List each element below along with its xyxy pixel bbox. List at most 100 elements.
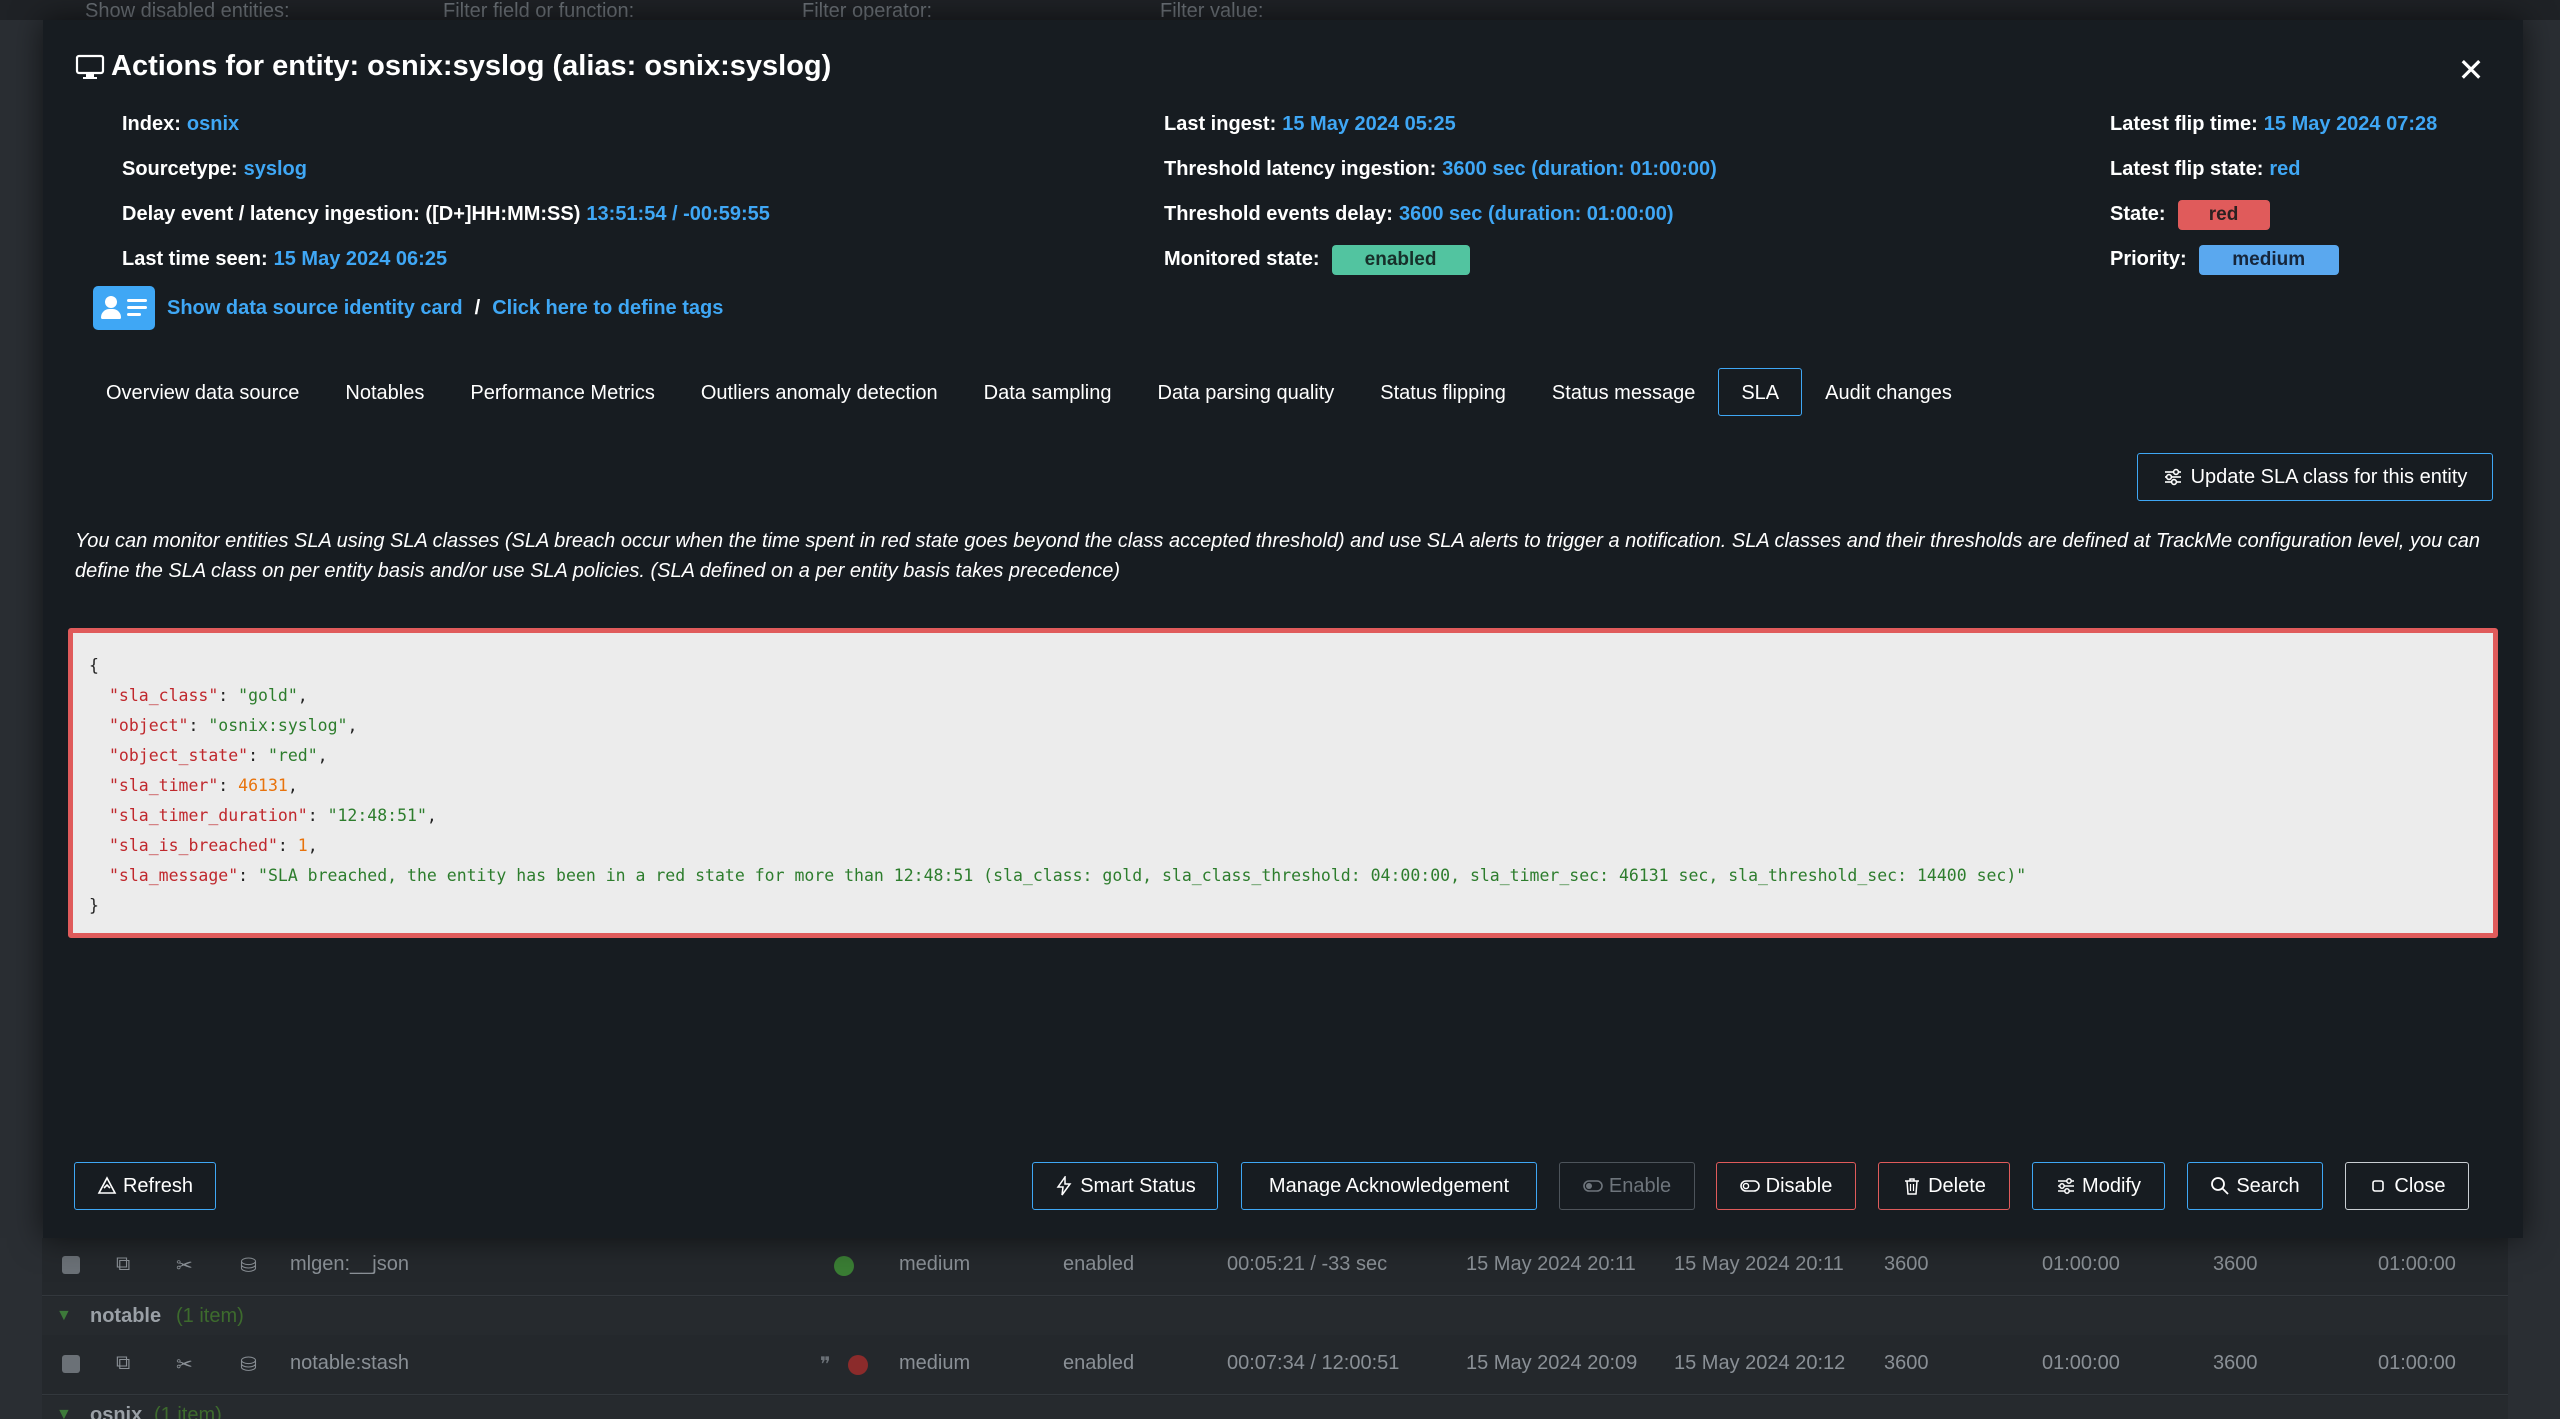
json-value: "12:48:51" bbox=[327, 806, 427, 825]
smart-status-button[interactable]: Smart Status bbox=[1032, 1162, 1218, 1210]
monitored-state-badge: enabled bbox=[1331, 244, 1470, 275]
group-count: (1 item) bbox=[176, 1305, 244, 1327]
close-icon[interactable]: ✕ bbox=[2451, 50, 2491, 90]
row-threshold-3: 3600 bbox=[2213, 1352, 2258, 1374]
table-row[interactable]: ⧉ ✂ ⛁ mlgen:__json medium enabled 00:05:… bbox=[42, 1238, 2508, 1296]
group-header-notable[interactable]: ▼ notable (1 item) bbox=[42, 1297, 2508, 1335]
json-entry: "sla_timer": 46131, bbox=[109, 776, 298, 795]
delay-field: Delay event / latency ingestion: ([D+]HH… bbox=[122, 192, 770, 237]
tab-sla[interactable]: SLA bbox=[1718, 368, 1803, 416]
database-icon: ⛁ bbox=[240, 1255, 257, 1277]
json-open-brace: { bbox=[89, 656, 99, 675]
background-entity-table: ⧉ ✂ ⛁ mlgen:__json medium enabled 00:05:… bbox=[42, 1238, 2508, 1419]
refresh-triangle-icon bbox=[97, 1176, 117, 1194]
sla-description: You can monitor entities SLA using SLA c… bbox=[75, 530, 2481, 582]
index-field: Index: osnix bbox=[122, 102, 770, 147]
refresh-button[interactable]: Refresh bbox=[74, 1162, 216, 1210]
index-label: Index: bbox=[122, 113, 181, 135]
update-sla-class-button[interactable]: Update SLA class for this entity bbox=[2137, 453, 2493, 501]
chevron-down-icon[interactable]: ▼ bbox=[56, 1406, 72, 1419]
json-key: "sla_class" bbox=[109, 686, 219, 705]
square-icon bbox=[2372, 1180, 2385, 1192]
group-name: notable bbox=[90, 1305, 162, 1327]
threshold-latency-value: 3600 sec (duration: 01:00:00) bbox=[1442, 158, 1717, 180]
table-row[interactable]: ⧉ ✂ ⛁ notable:stash ❞ medium enabled 00:… bbox=[42, 1337, 2508, 1395]
sla-json-view: { "sla_class": "gold", "object": "osnix:s… bbox=[68, 628, 2498, 938]
chevron-down-icon[interactable]: ▼ bbox=[56, 1307, 72, 1325]
tab-status-message[interactable]: Status message bbox=[1529, 368, 1718, 416]
identity-card-link[interactable]: Show data source identity card bbox=[167, 297, 463, 320]
modal-title-text: Actions for entity: osnix:syslog (alias:… bbox=[111, 50, 832, 82]
row-threshold-1: 3600 bbox=[1884, 1352, 1929, 1374]
manage-acknowledgement-button[interactable]: Manage Acknowledgement bbox=[1241, 1162, 1537, 1210]
disable-button[interactable]: Disable bbox=[1716, 1162, 1856, 1210]
row-threshold-4: 01:00:00 bbox=[2378, 1352, 2456, 1374]
modify-label: Modify bbox=[2082, 1174, 2141, 1197]
tools-icon[interactable]: ✂ bbox=[176, 1253, 193, 1278]
refresh-label: Refresh bbox=[122, 1174, 194, 1197]
trash-icon bbox=[1905, 1178, 1920, 1195]
group-header-osnix[interactable]: ▼ osnix (1 item) bbox=[42, 1396, 2508, 1419]
last-ingest-label: Last ingest: bbox=[1164, 113, 1277, 135]
enable-label: Enable bbox=[1608, 1174, 1672, 1197]
tab-status-flipping[interactable]: Status flipping bbox=[1357, 368, 1529, 416]
define-tags-link[interactable]: Click here to define tags bbox=[492, 297, 723, 320]
modify-button[interactable]: Modify bbox=[2032, 1162, 2165, 1210]
sliders-icon bbox=[2058, 1178, 2075, 1194]
external-link-icon[interactable]: ⧉ bbox=[116, 1352, 130, 1375]
flip-time-field: Latest flip time: 15 May 2024 07:28 bbox=[2110, 102, 2437, 147]
tab-data-sampling[interactable]: Data sampling bbox=[961, 368, 1135, 416]
json-value: 46131 bbox=[238, 776, 288, 795]
tab-audit-changes[interactable]: Audit changes bbox=[1802, 368, 1975, 416]
json-key: "object" bbox=[109, 716, 189, 735]
flip-state-label: Latest flip state: bbox=[2110, 158, 2264, 180]
enable-button[interactable]: Enable bbox=[1559, 1162, 1695, 1210]
json-key: "sla_timer" bbox=[109, 776, 219, 795]
status-red-icon bbox=[848, 1355, 868, 1375]
json-entries: "sla_class": "gold", "object": "osnix:sys… bbox=[89, 681, 2477, 891]
search-button[interactable]: Search bbox=[2187, 1162, 2323, 1210]
row-priority: medium bbox=[899, 1352, 971, 1374]
sliders-icon bbox=[2164, 468, 2181, 486]
tools-icon[interactable]: ✂ bbox=[176, 1352, 193, 1377]
close-button[interactable]: Close bbox=[2345, 1162, 2469, 1210]
json-key: "object_state" bbox=[109, 746, 249, 765]
manage-acknowledgement-label: Manage Acknowledgement bbox=[1268, 1174, 1510, 1197]
sourcetype-field: Sourcetype: syslog bbox=[122, 147, 770, 192]
id-card-icon[interactable] bbox=[93, 286, 155, 330]
json-key: "sla_timer_duration" bbox=[109, 806, 308, 825]
last-seen-label: Last time seen: bbox=[122, 248, 268, 270]
identity-row: Show data source identity card / Click h… bbox=[93, 286, 723, 330]
tab-data-parsing-quality[interactable]: Data parsing quality bbox=[1135, 368, 1358, 416]
tab-performance-metrics[interactable]: Performance Metrics bbox=[447, 368, 678, 416]
delete-button[interactable]: Delete bbox=[1878, 1162, 2010, 1210]
json-entry: "sla_class": "gold", bbox=[109, 686, 308, 705]
database-icon: ⛁ bbox=[240, 1354, 257, 1376]
json-entry: "sla_is_breached": 1, bbox=[109, 836, 318, 855]
tab-outliers[interactable]: Outliers anomaly detection bbox=[678, 368, 961, 416]
row-checkbox[interactable] bbox=[62, 1355, 80, 1373]
json-value: "red" bbox=[267, 746, 318, 765]
json-comma: , bbox=[426, 806, 437, 825]
group-name: osnix bbox=[90, 1404, 143, 1419]
update-sla-class-label: Update SLA class for this entity bbox=[2190, 465, 2468, 488]
tab-notables[interactable]: Notables bbox=[322, 368, 447, 416]
external-link-icon[interactable]: ⧉ bbox=[116, 1253, 130, 1276]
json-entry: "object_state": "red", bbox=[109, 746, 328, 765]
row-delay: 00:05:21 / -33 sec bbox=[1227, 1253, 1388, 1275]
json-entry: "object": "osnix:syslog", bbox=[109, 716, 358, 735]
row-threshold-4: 01:00:00 bbox=[2378, 1253, 2456, 1275]
json-value: 1 bbox=[297, 836, 308, 855]
tab-overview[interactable]: Overview data source bbox=[83, 368, 322, 416]
state-label: State: bbox=[2110, 203, 2166, 225]
row-delay: 00:07:34 / 12:00:51 bbox=[1227, 1352, 1400, 1374]
last-ingest-field: Last ingest: 15 May 2024 05:25 bbox=[1164, 102, 1717, 147]
sourcetype-label: Sourcetype: bbox=[122, 158, 238, 180]
close-label: Close bbox=[2394, 1174, 2446, 1197]
json-key: "sla_message" bbox=[109, 866, 239, 885]
search-label: Search bbox=[2236, 1174, 2300, 1197]
last-seen-field: Last time seen: 15 May 2024 06:25 bbox=[122, 237, 770, 282]
threshold-delay-label: Threshold events delay: bbox=[1164, 203, 1393, 225]
json-entry: "sla_timer_duration": "12:48:51", bbox=[109, 806, 437, 825]
row-checkbox[interactable] bbox=[62, 1256, 80, 1274]
